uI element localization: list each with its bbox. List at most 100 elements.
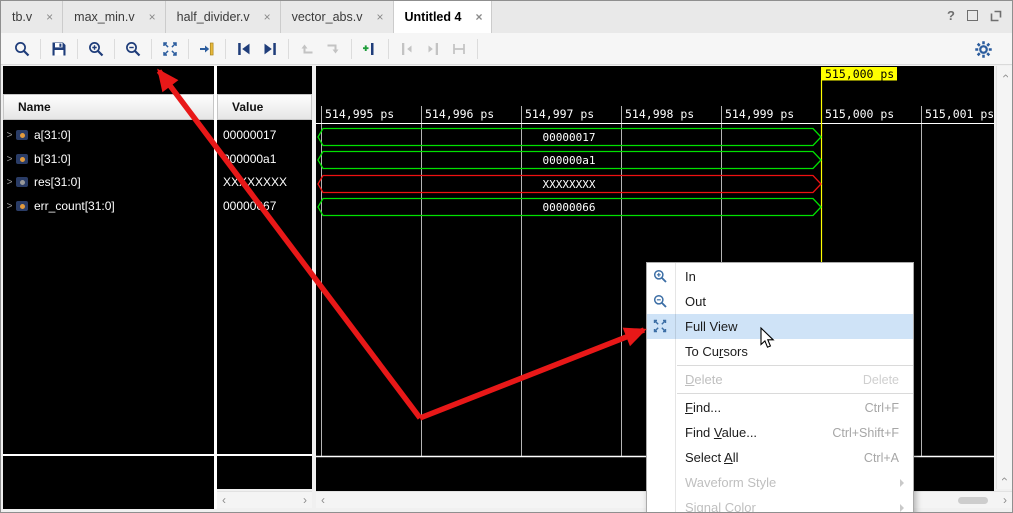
expand-chevron-icon[interactable]: >: [3, 201, 16, 212]
value-panel-hscrollbar[interactable]: ‹ ›: [217, 491, 312, 508]
expand-chevron-icon[interactable]: >: [3, 130, 16, 141]
toolbar-separator: [188, 39, 189, 59]
scroll-right-icon[interactable]: ›: [303, 493, 307, 507]
signal-row-b[interactable]: > b[31:0]: [3, 148, 214, 170]
ruler-tick-label: 514,998 ps: [625, 107, 694, 121]
float-window-icon[interactable]: [990, 10, 1002, 22]
column-header-value[interactable]: Value: [217, 94, 312, 120]
previous-transition-icon[interactable]: [231, 37, 257, 61]
zoom-in-icon[interactable]: [83, 37, 109, 61]
ruler-tick-label: 514,995 ps: [325, 107, 394, 121]
snap-to-transition-icon[interactable]: [320, 37, 346, 61]
bus-signal-icon: [16, 154, 28, 164]
scroll-left-icon[interactable]: ‹: [321, 493, 325, 507]
settings-gear-icon[interactable]: [970, 37, 996, 61]
zoom-in-icon: [652, 268, 668, 287]
shortcut-label: Ctrl+Shift+F: [832, 426, 899, 440]
menu-item-find-value[interactable]: Find Value... Ctrl+Shift+F: [647, 420, 913, 445]
toolbar-separator: [40, 39, 41, 59]
ruler-tick-label: 514,996 ps: [425, 107, 494, 121]
waveform-vscrollbar[interactable]: › ‹: [996, 66, 1012, 489]
menu-item-zoom-in[interactable]: In: [647, 264, 913, 289]
zoom-fit-icon: [652, 318, 668, 337]
shortcut-label: Ctrl+F: [865, 401, 899, 415]
tab-bar: tb.v × max_min.v × half_divider.v × vect…: [1, 1, 1012, 34]
shortcut-label: Ctrl+A: [864, 451, 899, 465]
menu-separator: [677, 393, 913, 394]
bus-signal-icon: [16, 130, 28, 140]
ruler-tick-label: 514,997 ps: [525, 107, 594, 121]
tab-vector-abs-v[interactable]: vector_abs.v ×: [281, 1, 394, 33]
close-icon[interactable]: ×: [475, 11, 482, 23]
toolbar-separator: [225, 39, 226, 59]
tab-half-divider-v[interactable]: half_divider.v ×: [166, 1, 281, 33]
tab-label: half_divider.v: [177, 10, 250, 24]
zoom-fit-icon[interactable]: [157, 37, 183, 61]
menu-item-zoom-out[interactable]: Out: [647, 289, 913, 314]
span-to-markers-icon[interactable]: [446, 37, 472, 61]
next-transition-icon[interactable]: [257, 37, 283, 61]
scroll-up-icon[interactable]: ›: [998, 74, 1012, 78]
close-icon[interactable]: ×: [264, 11, 271, 23]
menu-item-full-view[interactable]: Full View: [647, 314, 913, 339]
ruler-tick-label: 515,000 ps: [825, 107, 894, 121]
signal-tree: > a[31:0] > b[31:0] > res[31:0] > err_co…: [3, 121, 214, 454]
swap-cursors-icon[interactable]: [294, 37, 320, 61]
previous-marker-icon[interactable]: [394, 37, 420, 61]
column-header-name[interactable]: Name: [3, 94, 214, 120]
hscrollbar-thumb[interactable]: [958, 497, 988, 504]
tab-untitled-4[interactable]: Untitled 4 ×: [394, 1, 493, 33]
zoom-out-icon[interactable]: [120, 37, 146, 61]
find-icon[interactable]: [9, 37, 35, 61]
tab-label: Untitled 4: [405, 10, 462, 24]
bus-value-label: 00000017: [543, 131, 596, 144]
submenu-arrow-icon: [900, 504, 904, 512]
menu-item-select-all[interactable]: Select All Ctrl+A: [647, 445, 913, 470]
close-icon[interactable]: ×: [149, 11, 156, 23]
save-icon[interactable]: [46, 37, 72, 61]
signal-name: res[31:0]: [34, 175, 81, 189]
next-marker-icon[interactable]: [420, 37, 446, 61]
window-controls: ?: [947, 8, 1002, 23]
time-ruler[interactable]: 514,995 ps 514,996 ps 514,997 ps 514,998…: [325, 107, 994, 121]
vivado-waveform-window: tb.v × max_min.v × half_divider.v × vect…: [0, 0, 1013, 513]
zoom-out-icon: [652, 293, 668, 312]
scroll-left-icon[interactable]: ‹: [222, 493, 226, 507]
toolbar-separator: [351, 39, 352, 59]
tab-label: tb.v: [12, 10, 32, 24]
close-icon[interactable]: ×: [46, 11, 53, 23]
tab-tb-v[interactable]: tb.v ×: [1, 1, 63, 33]
help-icon[interactable]: ?: [947, 8, 955, 23]
signal-value: 00000067: [223, 195, 276, 217]
tab-label: max_min.v: [74, 10, 134, 24]
signal-row-res[interactable]: > res[31:0]: [3, 171, 214, 193]
maximize-icon[interactable]: [967, 10, 978, 21]
close-icon[interactable]: ×: [376, 11, 383, 23]
tab-max-min-v[interactable]: max_min.v ×: [63, 1, 165, 33]
signal-name: err_count[31:0]: [34, 199, 115, 213]
shortcut-label: Delete: [863, 373, 899, 387]
toolbar-separator: [151, 39, 152, 59]
tab-label: vector_abs.v: [292, 10, 363, 24]
signal-row-a[interactable]: > a[31:0]: [3, 124, 214, 146]
expand-chevron-icon[interactable]: >: [3, 154, 16, 165]
add-marker-icon[interactable]: [357, 37, 383, 61]
wave-toolbar: [1, 33, 1012, 65]
expand-chevron-icon[interactable]: >: [3, 177, 16, 188]
menu-item-to-cursors[interactable]: To Cursors: [647, 339, 913, 364]
signal-values: 00000017 000000a1 XXXXXXXX 00000067: [217, 121, 312, 454]
cursor-time-label: 515,000 ps: [825, 67, 894, 81]
scroll-right-icon[interactable]: ›: [1003, 493, 1007, 507]
scroll-down-icon[interactable]: ‹: [998, 477, 1012, 481]
horizontal-splitter[interactable]: [3, 454, 312, 456]
menu-item-delete: Delete Delete: [647, 367, 913, 392]
toolbar-separator: [388, 39, 389, 59]
signal-row-err-count[interactable]: > err_count[31:0]: [3, 195, 214, 217]
signal-name: a[31:0]: [34, 128, 71, 142]
zoom-to-cursor-icon[interactable]: [194, 37, 220, 61]
column-splitter[interactable]: [214, 66, 217, 509]
toolbar-separator: [477, 39, 478, 59]
bus-value-label: 000000a1: [543, 154, 596, 167]
menu-item-find[interactable]: Find... Ctrl+F: [647, 395, 913, 420]
submenu-arrow-icon: [900, 479, 904, 487]
